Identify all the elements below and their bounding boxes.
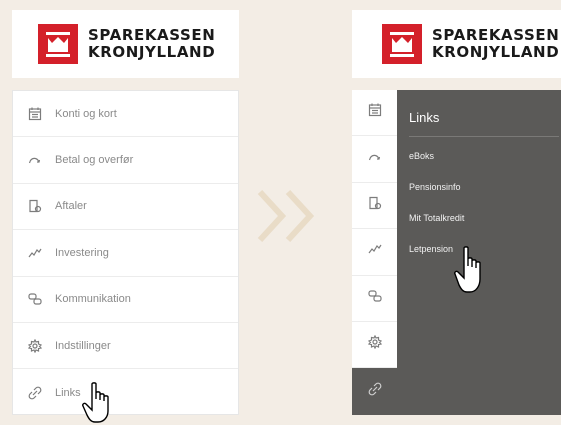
line-graph-icon [27,245,43,261]
menu-item-label: Konti og kort [55,107,117,120]
link-mit-totalkredit[interactable]: Mit Totalkredit [409,203,561,234]
chat-bubbles-icon [367,289,382,308]
brand-name-line1: SPAREKASSEN [88,26,216,44]
rail-item-indstillinger[interactable] [352,322,397,369]
brand-name-line1: SPAREKASSEN [432,26,560,44]
hand-cursor-icon [454,246,490,301]
gear-icon [367,334,382,354]
menu-item-indstillinger[interactable]: Indstillinger [13,323,238,370]
brand-name: SPAREKASSEN KRONJYLLAND [88,27,215,61]
rail-item-konti-og-kort[interactable] [352,90,397,137]
document-icon [368,196,382,215]
menu-item-links[interactable]: Links [13,369,238,415]
menu-item-aftaler[interactable]: Aftaler [13,184,238,231]
gear-icon [27,338,43,354]
rail-item-kommunikation[interactable] [352,276,397,322]
menu-item-kommunikation[interactable]: Kommunikation [13,277,238,323]
link-icon [368,382,382,401]
link-eboks[interactable]: eBoks [409,141,561,172]
double-chevron-right-icon [257,189,315,243]
rail-item-aftaler[interactable] [352,183,397,230]
brand-name-line2: KRONJYLLAND [432,43,560,61]
arrow-curve-icon [27,152,43,168]
chat-bubbles-icon [27,291,43,307]
crown-logo-icon [38,24,78,64]
rail-item-links[interactable] [352,368,397,415]
line-graph-icon [368,242,382,261]
document-icon [27,198,43,214]
menu-item-investering[interactable]: Investering [13,230,238,277]
rail-item-betal-og-overfor[interactable] [352,136,397,183]
menu-item-label: Investering [55,246,109,259]
menu-item-label: Kommunikation [55,293,131,306]
menu-item-label: Links [55,386,81,399]
menu-item-betal-og-overfor[interactable]: Betal og overfør [13,137,238,184]
menu-item-konti-og-kort[interactable]: Konti og kort [13,91,238,138]
submenu-title: Links [409,90,559,137]
brand-name-line2: KRONJYLLAND [88,43,216,61]
menu-item-label: Indstillinger [55,339,111,352]
calendar-icon [368,103,382,122]
hand-cursor-icon [82,382,122,425]
menu-item-label: Betal og overfør [55,154,134,167]
left-main-menu: Konti og kort Betal og overfør Aftaler I… [12,90,239,415]
left-brand-header: SPAREKASSEN KRONJYLLAND [12,10,239,78]
link-icon [27,385,43,401]
icon-rail [352,90,397,415]
link-pensionsinfo[interactable]: Pensionsinfo [409,172,561,203]
brand-name: SPAREKASSEN KRONJYLLAND [432,27,559,61]
menu-item-label: Aftaler [55,200,87,213]
crown-logo-icon [382,24,422,64]
arrow-curve-icon [368,150,382,169]
rail-item-investering[interactable] [352,229,397,276]
calendar-icon [27,106,43,122]
right-brand-header: SPAREKASSEN KRONJYLLAND [352,10,561,78]
